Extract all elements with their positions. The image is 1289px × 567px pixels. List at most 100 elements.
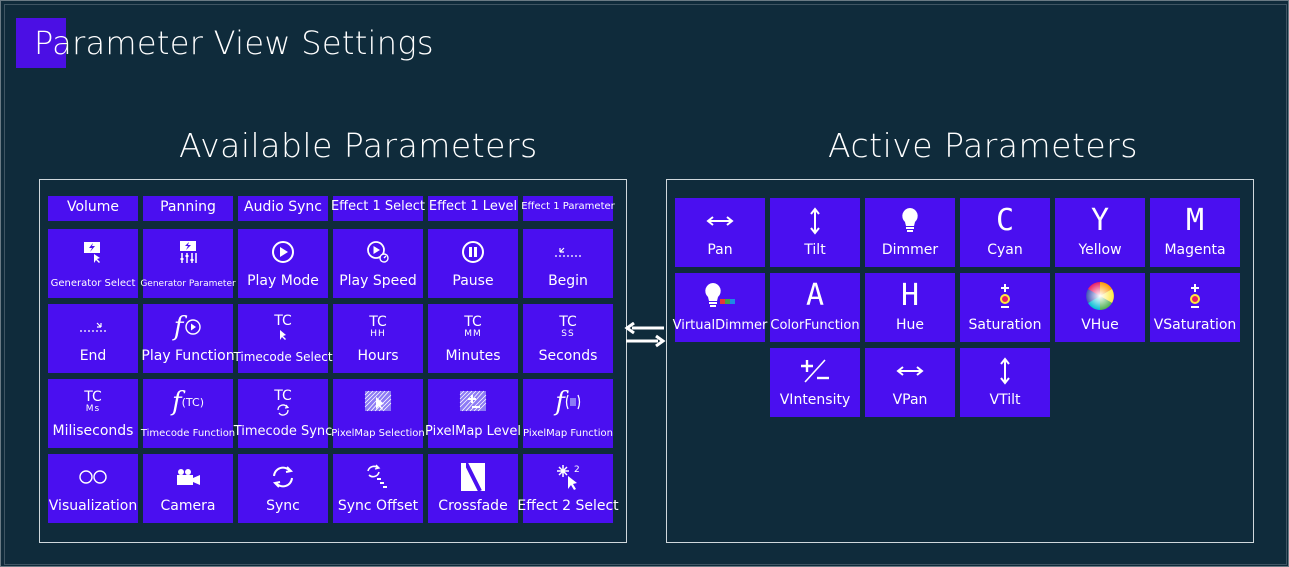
tile-vpan[interactable]: VPan xyxy=(865,348,955,417)
active-parameters-panel: Pan Tilt Dimmer C Cyan Y Yellow M Magent… xyxy=(666,179,1254,543)
tile-label: Timecode Function xyxy=(140,428,236,439)
tile-label: Play Function xyxy=(141,348,235,364)
tile-pan[interactable]: Pan xyxy=(675,198,765,267)
tile-label: Dimmer xyxy=(881,242,939,258)
timecode-hours-icon: TC HH xyxy=(333,312,423,342)
tile-label: VSaturation xyxy=(1153,317,1237,333)
tile-pixelmap-level[interactable]: PixelMap Level xyxy=(425,379,521,448)
tile-effect-1-select[interactable]: Effect 1 Select xyxy=(330,196,426,221)
tile-timecode-function[interactable]: f (TC) Timecode Function xyxy=(140,379,236,448)
pause-circle-icon xyxy=(428,237,518,267)
tile-effect-1-level[interactable]: Effect 1 Level xyxy=(428,196,518,221)
sync-icon xyxy=(238,462,328,492)
play-circle-icon xyxy=(238,237,328,267)
tile-play-mode[interactable]: Play Mode xyxy=(238,229,328,298)
tile-camera[interactable]: Camera xyxy=(143,454,233,523)
available-parameters-heading: Available Parameters xyxy=(179,126,538,165)
lightbulb-icon xyxy=(865,206,955,236)
timecode-seconds-icon: TC SS xyxy=(523,312,613,342)
tile-label: Saturation xyxy=(968,317,1042,333)
horizontal-arrows-icon xyxy=(675,206,765,236)
tile-vintensity[interactable]: VIntensity xyxy=(770,348,860,417)
letter-c-icon: C xyxy=(995,203,1015,238)
timecode-ms-icon: TC Ms xyxy=(48,387,138,417)
tile-sync[interactable]: Sync xyxy=(238,454,328,523)
begin-icon xyxy=(523,237,613,267)
timecode-minutes-icon: TC MM xyxy=(428,312,518,342)
tile-pause[interactable]: Pause xyxy=(428,229,518,298)
letter-y-icon: Y xyxy=(1090,203,1110,238)
tile-label: VIntensity xyxy=(779,392,851,408)
tile-label: Volume xyxy=(66,198,120,215)
tile-timecode-sync[interactable]: TC Timecode Sync xyxy=(234,379,332,448)
tile-label: Camera xyxy=(160,498,216,514)
plus-minus-icon xyxy=(770,356,860,386)
tile-minutes[interactable]: TC MM Minutes xyxy=(428,304,518,373)
tile-label: Tilt xyxy=(804,242,826,258)
tile-vhue[interactable]: VHue xyxy=(1055,273,1145,342)
play-speed-icon xyxy=(333,237,423,267)
tile-label: Hue xyxy=(895,317,924,333)
tile-label: Timecode Sync xyxy=(233,424,333,439)
tc-text: TC xyxy=(84,389,102,405)
tile-vtilt[interactable]: VTilt xyxy=(960,348,1050,417)
tile-saturation[interactable]: Saturation xyxy=(960,273,1050,342)
swap-arrows-icon[interactable] xyxy=(624,322,666,348)
pixelmap-function-icon: f xyxy=(523,387,613,417)
tile-label: PixelMap Function xyxy=(523,428,613,439)
tile-label: Cyan xyxy=(987,242,1023,258)
tile-label: Effect 1 Parameter xyxy=(521,201,615,212)
tile-label: Panning xyxy=(160,198,216,215)
tile-sync-offset[interactable]: Sync Offset xyxy=(333,454,423,523)
tile-effect-1-parameter[interactable]: Effect 1 Parameter xyxy=(521,196,615,221)
tile-play-function[interactable]: f Play Function xyxy=(141,304,235,373)
tile-label: Effect 1 Select xyxy=(330,199,426,214)
tile-miliseconds[interactable]: TC Ms Miliseconds xyxy=(48,379,138,448)
tile-cyan[interactable]: C Cyan xyxy=(960,198,1050,267)
tile-colorfunction[interactable]: A ColorFunction xyxy=(770,273,860,342)
tile-audio-sync[interactable]: Audio Sync xyxy=(238,196,328,221)
tile-play-speed[interactable]: Play Speed xyxy=(333,229,423,298)
tile-label: Visualization xyxy=(48,498,138,514)
tile-label: Effect 1 Level xyxy=(428,199,518,214)
tile-hours[interactable]: TC HH Hours xyxy=(333,304,423,373)
tile-magenta[interactable]: M Magenta xyxy=(1150,198,1240,267)
page-title: Parameter View Settings xyxy=(34,24,434,62)
tile-vsaturation[interactable]: VSaturation xyxy=(1150,273,1240,342)
tc-text: TC xyxy=(274,312,292,329)
tile-label: VirtualDimmer xyxy=(672,318,768,333)
color-wheel-icon xyxy=(1055,281,1145,311)
tile-seconds[interactable]: TC SS Seconds xyxy=(523,304,613,373)
tile-label: Begin xyxy=(548,273,588,289)
letter-a-icon: A xyxy=(805,278,825,313)
tile-virtualdimmer[interactable]: VirtualDimmer xyxy=(672,273,768,342)
tile-panning[interactable]: Panning xyxy=(143,196,233,221)
tile-dimmer[interactable]: Dimmer xyxy=(865,198,955,267)
tile-pixelmap-function[interactable]: f PixelMap Function xyxy=(523,379,613,448)
virtual-dimmer-icon xyxy=(675,281,765,311)
tile-label: PixelMap Selection xyxy=(331,428,425,439)
tile-visualization[interactable]: Visualization xyxy=(48,454,138,523)
tile-label: End xyxy=(79,348,107,364)
tile-label: Sync xyxy=(266,498,300,514)
timecode-function-icon: f (TC) xyxy=(172,387,204,417)
tile-tilt[interactable]: Tilt xyxy=(770,198,860,267)
tile-pixelmap-selection[interactable]: PixelMap Selection xyxy=(331,379,425,448)
tile-effect-2-select[interactable]: 2 Effect 2 Select xyxy=(517,454,619,523)
tile-end[interactable]: End xyxy=(48,304,138,373)
tile-generator-parameter[interactable]: Generator Parameter xyxy=(140,229,236,298)
tile-label: Play Speed xyxy=(339,273,417,289)
tile-volume[interactable]: Volume xyxy=(48,196,138,221)
tile-hue[interactable]: H Hue xyxy=(865,273,955,342)
vertical-arrows-icon xyxy=(770,206,860,236)
tile-label: Magenta xyxy=(1164,242,1226,258)
tile-begin[interactable]: Begin xyxy=(523,229,613,298)
vertical-arrows-icon xyxy=(960,356,1050,386)
tile-yellow[interactable]: Y Yellow xyxy=(1055,198,1145,267)
tile-label: Minutes xyxy=(445,348,501,364)
tile-crossfade[interactable]: Crossfade xyxy=(428,454,518,523)
tile-generator-select[interactable]: Generator Select xyxy=(48,229,138,298)
play-function-icon: f xyxy=(143,312,233,342)
tile-timecode-select[interactable]: TC Timecode Select xyxy=(233,304,333,373)
tc-unit: MM xyxy=(464,329,482,339)
